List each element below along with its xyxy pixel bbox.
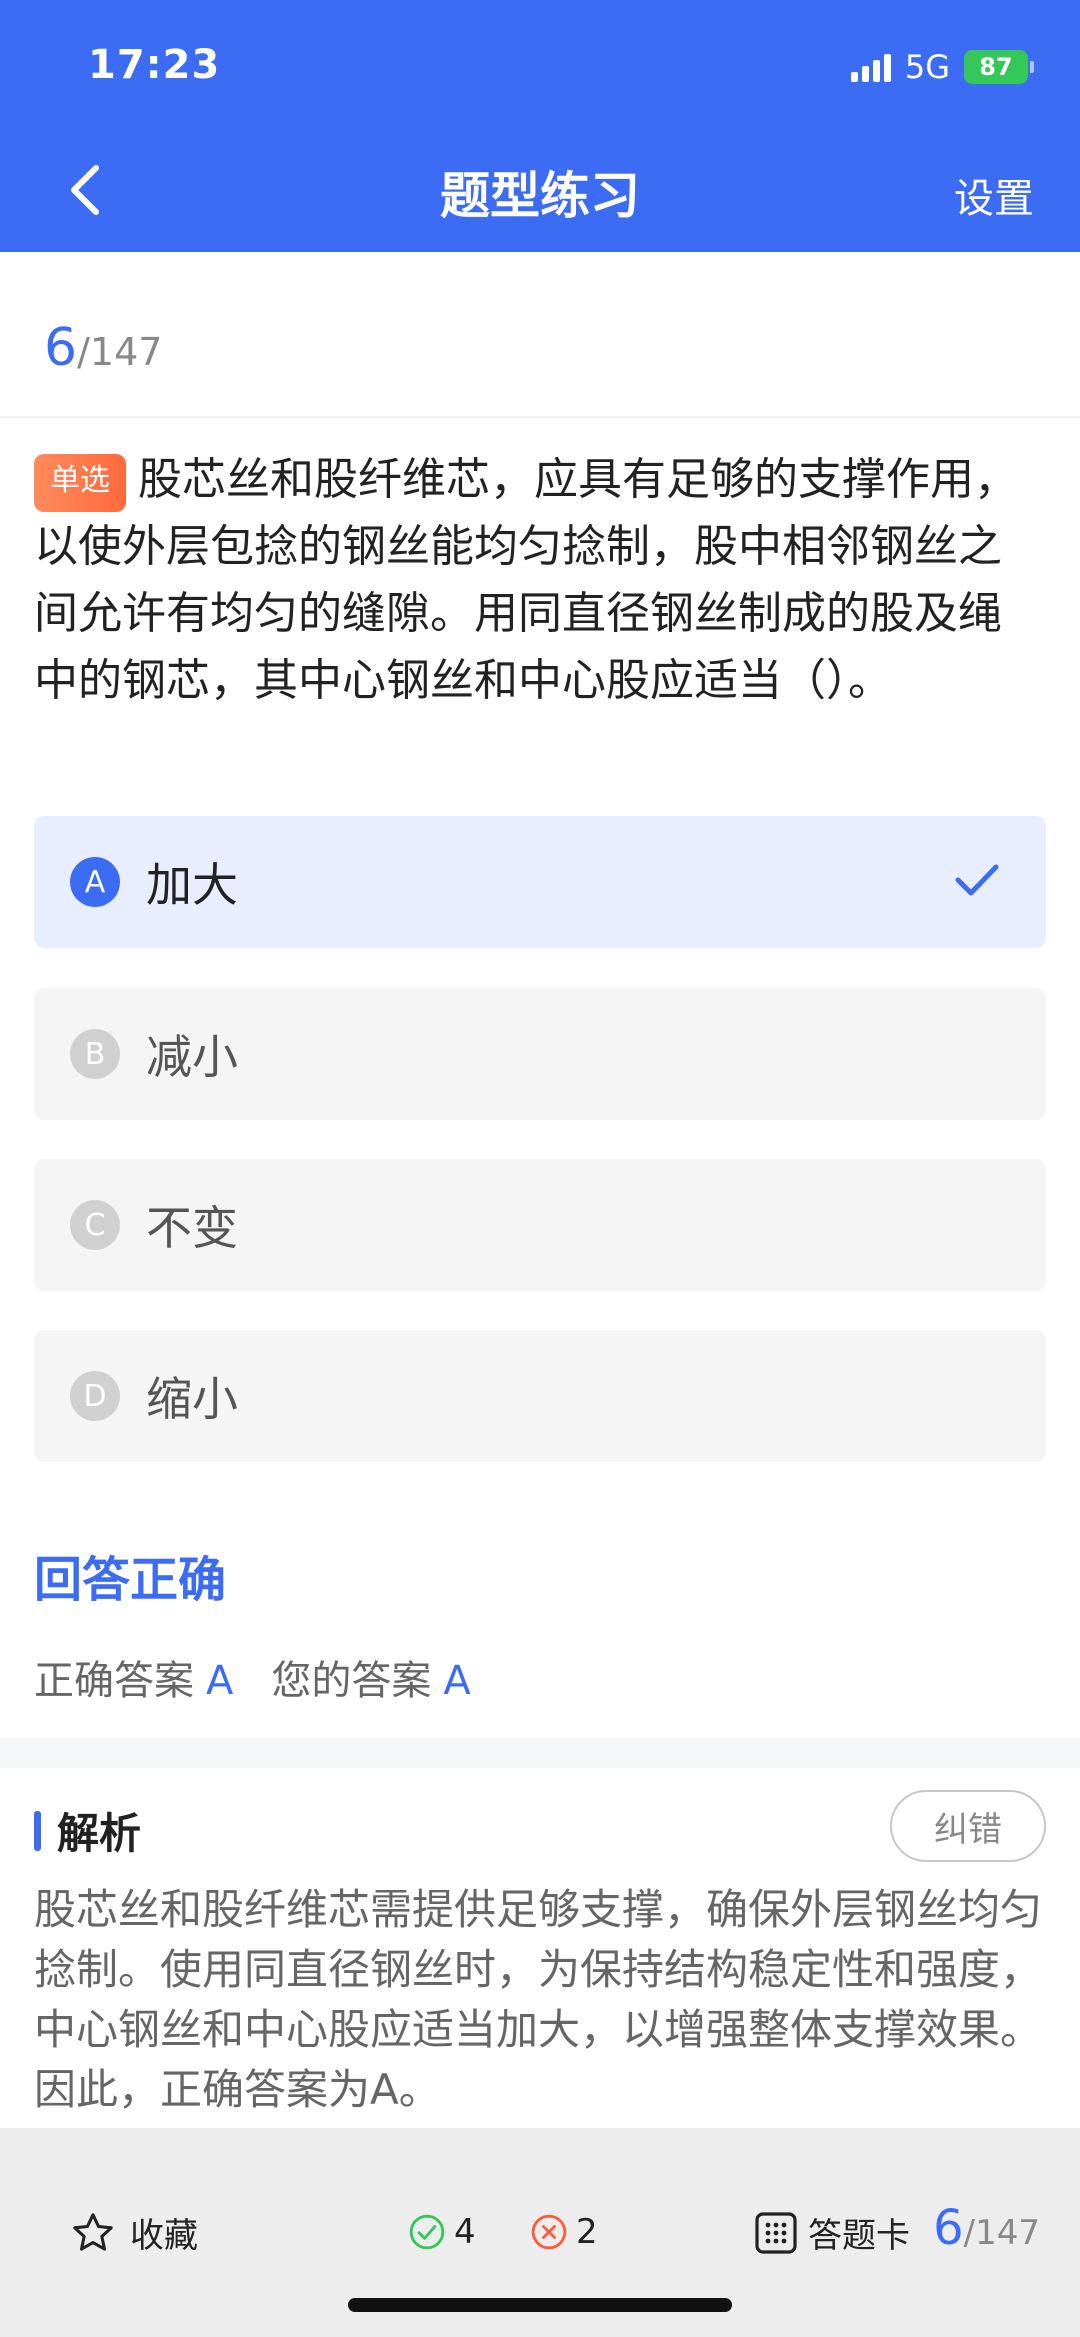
analysis-text: 股芯丝和股纤维芯需提供足够支撑，确保外层钢丝均匀捻制。使用同直径钢丝时，为保持结… bbox=[34, 1885, 1043, 2114]
option-letter: D bbox=[70, 1371, 120, 1421]
correct-answer-label: 正确答案 bbox=[34, 1658, 194, 1704]
option-text: 加大 bbox=[146, 858, 238, 912]
option-c[interactable]: C 不变 bbox=[34, 1159, 1046, 1291]
status-indicators: 5G 87 bbox=[850, 48, 1034, 86]
option-text: 缩小 bbox=[146, 1372, 238, 1426]
current-index: 6 bbox=[44, 318, 78, 378]
answer-card-label: 答题卡 bbox=[808, 2216, 910, 2256]
page-title: 题型练习 bbox=[440, 167, 640, 225]
wrong-count-value: 2 bbox=[576, 2212, 598, 2252]
favorite-label: 收藏 bbox=[130, 2216, 198, 2256]
star-icon bbox=[73, 2212, 113, 2251]
correct-count: 4 bbox=[408, 2212, 476, 2252]
correct-count-value: 4 bbox=[454, 2212, 476, 2252]
battery-level: 87 bbox=[979, 53, 1013, 81]
home-indicator[interactable] bbox=[348, 2298, 732, 2312]
app-header: 17:23 5G 87 题型练习 设置 bbox=[0, 0, 1080, 252]
option-letter: A bbox=[70, 857, 120, 907]
analysis-title: 解析 bbox=[57, 1809, 142, 1858]
option-letter: B bbox=[70, 1029, 120, 1079]
wrong-count: 2 bbox=[530, 2212, 598, 2252]
bottom-total-count: /147 bbox=[963, 2213, 1040, 2253]
question-text: 股芯丝和股纤维芯，应具有足够的支撑作用，以使外层包捻的钢丝能均匀捻制，股中相邻钢… bbox=[34, 454, 1018, 706]
grid-icon bbox=[755, 2211, 797, 2254]
report-error-button[interactable]: 纠错 bbox=[890, 1790, 1046, 1862]
bottom-progress: 6/147 bbox=[933, 2200, 1040, 2256]
option-a[interactable]: A 加大 bbox=[34, 816, 1046, 948]
option-text: 减小 bbox=[146, 1030, 238, 1084]
your-answer-label: 您的答案 bbox=[271, 1658, 432, 1704]
correct-answer-value: A bbox=[206, 1658, 234, 1704]
divider bbox=[0, 416, 1080, 418]
answer-card-button[interactable]: 答题卡 bbox=[752, 2208, 910, 2257]
option-b[interactable]: B 减小 bbox=[34, 988, 1046, 1120]
network-type: 5G bbox=[904, 48, 950, 86]
option-letter: C bbox=[70, 1200, 120, 1250]
total-count: /147 bbox=[77, 330, 163, 374]
section-divider bbox=[0, 1738, 1080, 1768]
result-title: 回答正确 bbox=[34, 1552, 227, 1608]
correct-icon bbox=[409, 2214, 445, 2250]
settings-button[interactable]: 设置 bbox=[954, 166, 1034, 224]
answer-summary: 正确答案 A 您的答案 A bbox=[34, 1648, 509, 1706]
favorite-button[interactable]: 收藏 bbox=[70, 2208, 198, 2257]
analysis-header: 解析 bbox=[34, 1800, 141, 1861]
bottom-current-index: 6 bbox=[933, 2200, 964, 2256]
question-type-badge: 单选 bbox=[34, 454, 126, 512]
section-marker bbox=[34, 1810, 41, 1851]
option-d[interactable]: D 缩小 bbox=[34, 1330, 1046, 1462]
option-text: 不变 bbox=[146, 1201, 238, 1255]
question-progress: 6/147 bbox=[44, 318, 162, 378]
question-stem: 单选 股芯丝和股纤维芯，应具有足够的支撑作用，以使外层包捻的钢丝能均匀捻制，股中相… bbox=[34, 446, 1044, 714]
your-answer-value: A bbox=[443, 1658, 471, 1704]
status-time: 17:23 bbox=[88, 42, 221, 88]
signal-icon bbox=[850, 52, 891, 82]
check-icon bbox=[955, 864, 999, 896]
battery-icon: 87 bbox=[964, 50, 1034, 84]
wrong-icon bbox=[531, 2214, 567, 2250]
